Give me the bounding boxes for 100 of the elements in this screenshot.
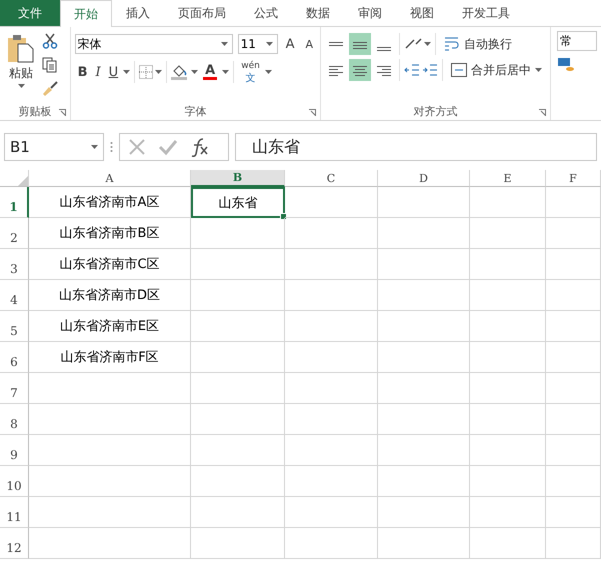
table-cell [546,187,601,218]
ribbon-tab[interactable]: 开发工具 [448,0,524,26]
group-label: 对齐方式 [414,104,458,118]
name-box[interactable]: B1 [4,133,104,161]
table-cell [546,404,601,435]
table-cell [546,249,601,280]
column-header[interactable]: E [470,170,546,187]
row-header[interactable]: 4 [0,280,29,311]
caret-icon [222,70,230,74]
caret-icon [535,68,542,72]
table-cell: 山东省济南市E区 [29,311,191,342]
column-header[interactable]: A [29,170,191,187]
dialog-launcher-icon[interactable] [58,109,66,116]
row-header[interactable]: 2 [0,218,29,249]
copy-icon[interactable] [42,57,58,73]
caret-icon [220,42,228,46]
column-header[interactable]: B [191,170,285,187]
group-label: 剪贴板 [18,104,52,118]
align-button[interactable] [349,33,371,55]
decrease-indent-icon[interactable] [404,63,420,77]
row-header[interactable]: 3 [0,249,29,280]
font-size-field[interactable]: 11 [238,34,278,54]
column-header[interactable]: C [285,170,378,187]
row-header[interactable]: 12 [0,528,29,559]
table-cell [546,466,601,497]
phonetic-button[interactable]: wén 文 [238,61,263,83]
border-icon[interactable] [139,65,154,79]
paintbrush-icon[interactable] [42,81,58,97]
row-header[interactable]: 9 [0,435,29,466]
ribbon-tab[interactable]: 审阅 [344,0,396,26]
align-button[interactable] [349,59,371,81]
row-header[interactable]: 6 [0,342,29,373]
table-cell [546,373,601,404]
increase-indent-icon[interactable] [422,63,438,77]
ribbon-tab[interactable]: 数据 [292,0,344,26]
font-name-field[interactable]: 宋体 [74,34,233,54]
table-cell: 山东省济南市B区 [29,218,191,249]
caret-icon [91,145,98,149]
ribbon-tab[interactable]: 插入 [112,0,164,26]
function-icon[interactable] [190,137,210,157]
wrap-text-icon [444,37,460,51]
ribbon-tab[interactable]: 公式 [240,0,292,26]
row-header[interactable]: 5 [0,311,29,342]
align-left-icon [328,66,344,76]
caret-icon [18,84,24,88]
italic-button[interactable]: I [92,61,104,83]
caret-icon [264,70,272,74]
row-header[interactable]: 1 [0,187,29,218]
align-center-icon [352,66,368,76]
table-cell: 山东省济南市D区 [29,280,191,311]
caret-icon [123,70,130,74]
row-header[interactable]: 8 [0,404,29,435]
align-right-icon [376,66,392,76]
table-cell [546,280,601,311]
checkmark-icon[interactable] [158,138,178,156]
dialog-launcher-icon[interactable] [539,109,546,116]
table-cell: 山东省济南市C区 [29,249,191,280]
scissors-icon[interactable] [42,33,58,49]
group-label: 字体 [184,104,206,118]
table-cell [546,342,601,373]
table-cell [546,528,601,559]
file-tab[interactable]: 文件 [0,0,60,26]
merge-cells-icon [451,63,467,77]
column-header[interactable]: F [546,170,601,187]
bold-button[interactable]: B [74,61,90,83]
align-middle-icon [352,42,368,49]
fill-bucket-icon[interactable] [171,64,190,80]
underline-button[interactable]: U [106,61,122,83]
caret-icon [266,42,273,46]
row-header[interactable]: 10 [0,466,29,497]
fill-handle[interactable] [280,213,287,220]
font-color-button[interactable]: A [200,61,220,83]
row-header[interactable]: 7 [0,373,29,404]
table-cell: 山东省济南市A区 [29,187,191,218]
wrap-text-button[interactable]: 自动换行 [440,33,516,55]
formula-input[interactable]: 山东省 [235,133,597,161]
ribbon-tab[interactable]: 开始 [60,0,112,27]
caret-icon [424,42,431,46]
table-cell [546,435,601,466]
table-cell [546,311,601,342]
ribbon-tab[interactable]: 页面布局 [164,0,240,26]
row-header[interactable]: 11 [0,497,29,528]
shrink-font-button[interactable]: A [302,33,316,55]
grip-icon [110,141,113,153]
table-cell [546,218,601,249]
caret-icon [191,70,198,74]
table-cell: 山东省济南市F区 [29,342,191,373]
caret-icon [155,70,162,74]
number-format-field[interactable]: 常 [557,31,597,51]
grow-font-button[interactable]: A [282,33,298,55]
active-cell: 山东省 [191,187,285,218]
column-header[interactable]: D [378,170,470,187]
dialog-launcher-icon[interactable] [309,109,316,116]
align-bottom-icon [376,46,392,50]
ribbon-tab[interactable]: 视图 [396,0,448,26]
table-cell [546,497,601,528]
paste-button[interactable]: 粘贴 [4,31,38,102]
merge-center-button[interactable]: 合并后居中 [447,59,546,81]
align-top-icon [328,42,344,46]
clipboard-icon [6,33,36,63]
